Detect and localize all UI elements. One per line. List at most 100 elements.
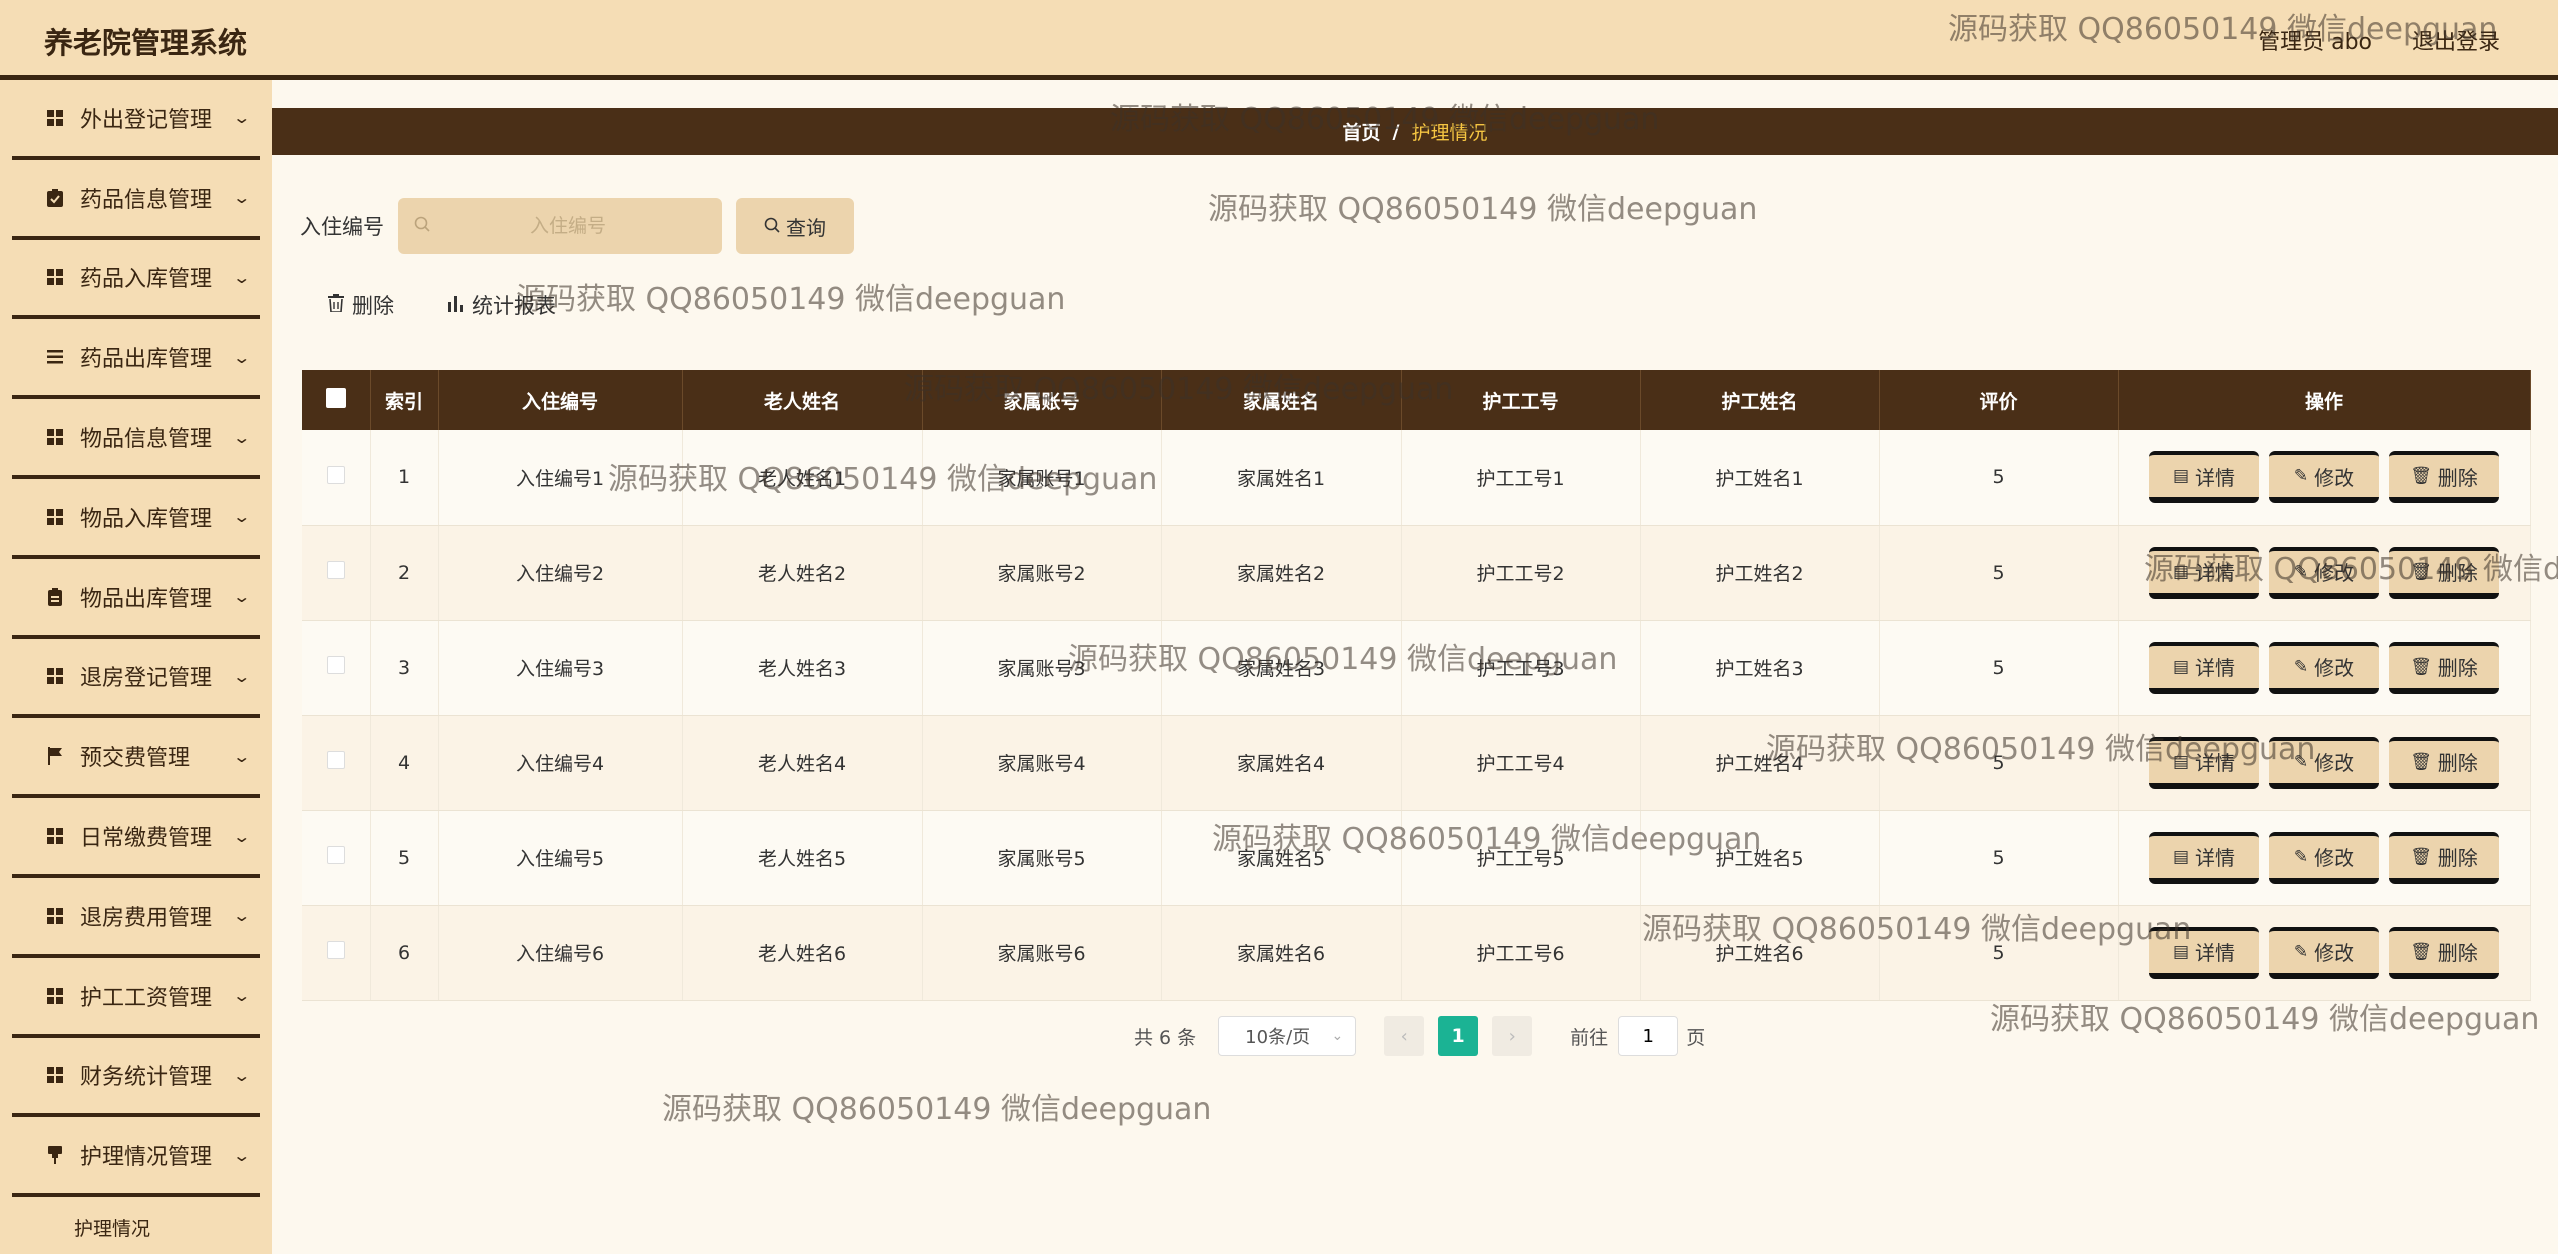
pagination: 共 6 条 10条/页 ⌄ ‹ 1 › 前往 页	[1134, 1016, 1705, 1056]
edit-button[interactable]: ✎ 修改	[2269, 831, 2379, 884]
page-size-select[interactable]: 10条/页 ⌄	[1218, 1016, 1357, 1056]
cell-worker-no: 护工工号4	[1401, 715, 1641, 811]
chevron-down-icon: ⌄	[231, 267, 251, 287]
nursing-table: 索引 入住编号 老人姓名 家属账号 家属姓名 护工工号 护工姓名 评价 操作 1…	[302, 370, 2531, 1001]
edit-button[interactable]: ✎ 修改	[2269, 546, 2379, 599]
cell-family-account: 家属账号1	[922, 430, 1162, 526]
edit-button[interactable]: ✎ 修改	[2269, 736, 2379, 789]
sidebar-item-checkout-fee[interactable]: 退房费用管理 ⌄	[12, 878, 260, 958]
sidebar-item-nursing[interactable]: 护理情况管理 ⌄	[12, 1117, 260, 1198]
delete-button[interactable]: 🗑 删除	[2389, 831, 2499, 884]
page-unit-label: 页	[1686, 1026, 1706, 1049]
sidebar-item-goods-in[interactable]: 物品入库管理 ⌄	[12, 479, 260, 559]
cell-worker-name: 护工姓名4	[1640, 715, 1880, 811]
sidebar-subitem-nursing-status[interactable]: 护理情况	[0, 1197, 272, 1254]
chevron-right-icon: ›	[1508, 1025, 1516, 1047]
delete-button[interactable]: 🗑 删除	[2389, 546, 2499, 599]
chevron-down-icon: ⌄	[231, 1065, 251, 1085]
cell-rating: 5	[1879, 525, 2119, 621]
sidebar-item-goods-out[interactable]: 物品出库管理 ⌄	[12, 559, 260, 639]
trash-icon	[328, 293, 344, 317]
cell-elder-name: 老人姓名3	[682, 620, 923, 716]
chevron-left-icon: ‹	[1400, 1025, 1408, 1047]
sidebar-item-daily-fee[interactable]: 日常缴费管理 ⌄	[12, 798, 260, 878]
select-all-checkbox[interactable]	[325, 387, 346, 408]
sidebar-item-finance-stats[interactable]: 财务统计管理 ⌄	[12, 1038, 260, 1118]
trash-icon: 🗑	[2410, 941, 2432, 962]
cell-elder-name: 老人姓名1	[682, 430, 923, 526]
search-icon	[764, 214, 780, 238]
row-checkbox[interactable]	[326, 846, 345, 864]
query-button[interactable]: 查询	[736, 198, 854, 254]
row-checkbox[interactable]	[326, 751, 345, 769]
breadcrumb-separator: /	[1392, 120, 1400, 143]
row-checkbox[interactable]	[326, 941, 345, 959]
cell-index: 1	[370, 430, 439, 526]
document-icon: ▤	[2172, 466, 2190, 487]
sidebar-item-goods-info[interactable]: 物品信息管理 ⌄	[12, 399, 260, 479]
row-checkbox[interactable]	[326, 656, 345, 674]
breadcrumb-home[interactable]: 首页	[1343, 118, 1381, 145]
sidebar-item-medicine-out[interactable]: 药品出库管理 ⌄	[12, 319, 260, 400]
cell-family-account: 家属账号4	[922, 715, 1162, 811]
delete-button[interactable]: 🗑 删除	[2389, 926, 2499, 979]
cell-family-name: 家属姓名2	[1161, 525, 1402, 621]
edit-button[interactable]: ✎ 修改	[2269, 926, 2379, 979]
sidebar-item-label: 药品入库管理	[80, 267, 213, 293]
edit-button[interactable]: ✎ 修改	[2269, 641, 2379, 694]
sidebar-item-prepayment[interactable]: 预交费管理 ⌄	[12, 718, 260, 799]
delete-button[interactable]: 🗑 删除	[2389, 451, 2499, 504]
chevron-down-icon: ⌄	[231, 1145, 251, 1165]
sidebar-item-checkout-register[interactable]: 退房登记管理 ⌄	[12, 639, 260, 719]
column-header: 家属姓名	[1161, 370, 1402, 430]
next-page-button[interactable]: ›	[1492, 1016, 1533, 1056]
sidebar-item-label: 护工工资管理	[80, 985, 213, 1011]
batch-delete-button[interactable]: 删除	[328, 290, 394, 320]
pencil-icon: ✎	[2293, 846, 2309, 867]
detail-button[interactable]: ▤ 详情	[2149, 831, 2259, 884]
delete-button[interactable]: 🗑 删除	[2389, 736, 2499, 789]
detail-button[interactable]: ▤ 详情	[2149, 641, 2259, 694]
column-header: 入住编号	[438, 370, 683, 430]
sidebar-item-label: 预交费管理	[80, 746, 191, 772]
report-button[interactable]: 统计报表	[448, 290, 556, 320]
row-checkbox[interactable]	[326, 465, 345, 484]
cell-elder-name: 老人姓名4	[682, 715, 923, 811]
grid-icon	[46, 109, 64, 127]
row-actions-cell: ▤ 详情 ✎ 修改 🗑 删除	[2118, 905, 2531, 1001]
prev-page-button[interactable]: ‹	[1384, 1016, 1425, 1056]
sidebar-item-label: 物品入库管理	[80, 506, 213, 532]
sidebar-item-label: 外出登记管理	[80, 107, 213, 133]
delete-button[interactable]: 🗑 删除	[2389, 641, 2499, 694]
cell-index: 5	[370, 810, 439, 906]
edit-button[interactable]: ✎ 修改	[2269, 451, 2379, 504]
sidebar-item-label: 护理情况管理	[80, 1145, 213, 1171]
detail-button[interactable]: ▤ 详情	[2149, 451, 2259, 504]
column-header: 评价	[1879, 370, 2119, 430]
edit-label: 修改	[2314, 465, 2355, 490]
logout-link[interactable]: 退出登录	[2412, 24, 2500, 56]
table-row: 6 入住编号6 老人姓名6 家属账号6 家属姓名6 护工工号6 护工姓名6 5 ▤ 详情 ✎ 修改 🗑 删…	[302, 905, 2531, 1001]
grid-icon	[46, 827, 64, 845]
row-checkbox[interactable]	[326, 561, 345, 579]
cell-worker-name: 护工姓名6	[1640, 905, 1880, 1001]
sidebar-item-medicine-info[interactable]: 药品信息管理 ⌄	[12, 160, 260, 240]
search-input[interactable]	[438, 215, 698, 237]
goto-page-input[interactable]	[1618, 1016, 1679, 1056]
cell-family-name: 家属姓名4	[1161, 715, 1402, 811]
batch-delete-label: 删除	[352, 294, 394, 318]
column-header: 操作	[2118, 370, 2531, 430]
detail-button[interactable]: ▤ 详情	[2149, 736, 2259, 789]
sidebar-item-label: 物品出库管理	[80, 586, 213, 612]
sidebar-item-worker-salary[interactable]: 护工工资管理 ⌄	[12, 958, 260, 1038]
page-size-value: 10条/页	[1245, 1027, 1311, 1048]
sidebar-item-outing[interactable]: 外出登记管理 ⌄	[12, 80, 260, 160]
table-row: 3 入住编号3 老人姓名3 家属账号3 家属姓名3 护工工号3 护工姓名3 5 ▤ 详情 ✎ 修改 🗑 删…	[302, 620, 2531, 716]
page-number-button[interactable]: 1	[1438, 1016, 1479, 1056]
edit-label: 修改	[2314, 846, 2355, 870]
sidebar-item-medicine-in[interactable]: 药品入库管理 ⌄	[12, 240, 260, 320]
row-actions-cell: ▤ 详情 ✎ 修改 🗑 删除	[2118, 430, 2531, 526]
detail-button[interactable]: ▤ 详情	[2149, 926, 2259, 979]
detail-button[interactable]: ▤ 详情	[2149, 546, 2259, 599]
trash-icon: 🗑	[2410, 656, 2432, 677]
